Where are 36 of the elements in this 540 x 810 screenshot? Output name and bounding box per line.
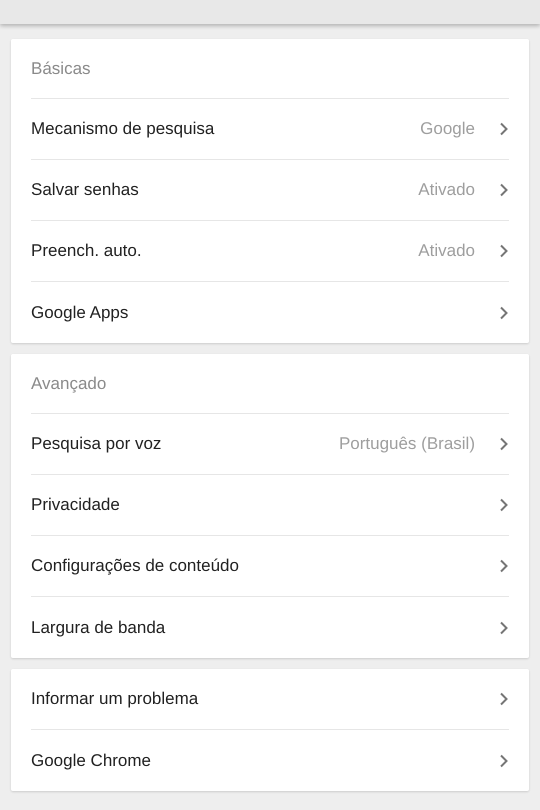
settings-row[interactable]: Google Apps [31,282,509,343]
chevron-right-icon [499,244,509,258]
chevron-right-icon [499,306,509,320]
setting-value: Português (Brasil) [338,433,475,456]
setting-label: Preench. auto. [31,240,143,262]
setting-label: Salvar senhas [31,179,140,202]
section-header: Avançado [31,372,106,395]
chevron-right-icon [499,498,509,512]
settings-row[interactable]: Informar um problema [31,669,509,730]
settings-row[interactable]: Mecanismo de pesquisa Google [31,99,509,160]
settings-row[interactable]: Preench. auto. Ativado [31,221,509,282]
settings-row[interactable]: Privacidade [31,475,509,536]
chevron-right-icon [499,183,509,197]
setting-value: Google [420,118,475,140]
setting-label: Informar um problema [31,688,200,710]
setting-label: Mecanismo de pesquisa [31,118,216,140]
chevron-right-icon [499,692,509,706]
settings-row[interactable]: Pesquisa por voz Português (Brasil) [31,414,509,475]
chevron-right-icon [499,122,509,136]
settings-row[interactable]: Salvar senhas Ativado [31,160,509,221]
setting-value: Ativado [418,179,475,202]
setting-value: Ativado [418,240,475,262]
chevron-right-icon [499,620,509,634]
chevron-right-icon [499,754,509,768]
setting-label: Pesquisa por voz [31,433,162,456]
settings-row[interactable]: Configurações de conteúdo [31,536,509,597]
section-header: Básicas [31,58,91,80]
settings-row[interactable]: Google Chrome [31,730,509,791]
setting-label: Privacidade [31,494,121,516]
chevron-right-icon [499,559,509,573]
chevron-right-icon [499,437,509,451]
setting-label: Google Apps [31,302,130,324]
setting-label: Configurações de conteúdo [31,555,240,578]
setting-label: Google Chrome [31,750,152,772]
settings-row[interactable]: Largura de banda [31,597,509,658]
setting-label: Largura de banda [31,616,166,639]
